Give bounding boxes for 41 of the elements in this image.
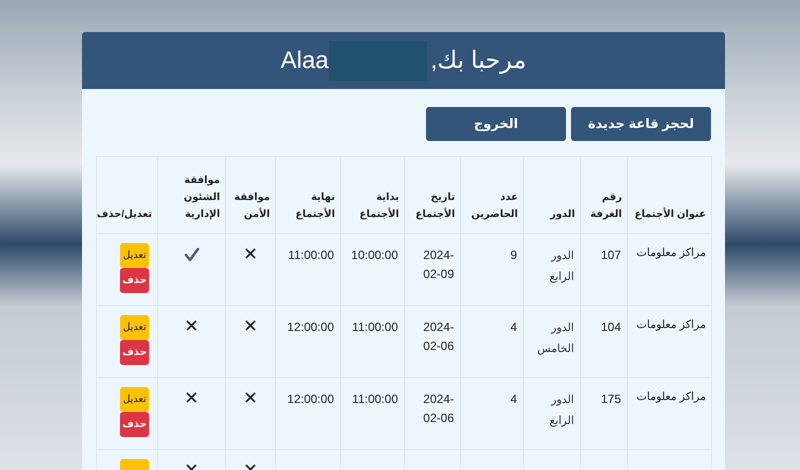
user-name: Alaa	[280, 46, 329, 74]
table-cell: 104	[580, 306, 628, 378]
table-cell: الدور الرابع	[524, 378, 580, 450]
table-cell: 2024-02-06	[404, 306, 460, 378]
table-cell: 175	[580, 378, 628, 450]
column-header: الدور	[524, 156, 580, 234]
edit-button[interactable]: تعديل	[120, 243, 149, 268]
column-header: نهاية الأجتماع	[276, 156, 340, 234]
table-cell: 2024-02-06	[404, 378, 460, 450]
logout-button[interactable]: الخروج	[426, 107, 566, 141]
greeting-text: مرحبا بك,	[430, 46, 526, 75]
column-header: عنوان الأجتماع	[628, 156, 712, 234]
table-cell: 10:00:00	[340, 234, 404, 306]
column-header: تعديل/حذف	[96, 156, 158, 234]
column-header: رقم الغرفة	[580, 156, 628, 234]
column-header: بداية الأجتماع	[340, 156, 404, 234]
book-room-button[interactable]: لحجز قاعة جديدة	[571, 107, 711, 141]
column-header: تاريخ الأجتماع	[404, 156, 460, 234]
edit-button[interactable]: تعديل	[120, 387, 149, 412]
table-cell: مراكز معلومات	[628, 234, 712, 306]
table-cell: الدور الرابع	[524, 234, 580, 306]
table-cell: 11:00:00	[276, 234, 340, 306]
table-cell: الدور الخامس	[524, 306, 580, 378]
column-header: موافقة الأمن	[226, 156, 276, 234]
table-cell: مراكز معلومات	[628, 306, 712, 378]
table-cell: 11:00:00	[340, 378, 404, 450]
column-header: عدد الحاضرين	[460, 156, 524, 234]
edit-button[interactable]: تعديل	[120, 315, 149, 340]
delete-button[interactable]: حذف	[120, 340, 149, 365]
table-cell: 4	[460, 306, 524, 378]
table-cell: مراكز معلومات	[628, 378, 712, 450]
delete-button[interactable]: حذف	[120, 268, 149, 293]
table-cell: 4	[460, 378, 524, 450]
table-cell: 9	[460, 234, 524, 306]
table-cell: 107	[580, 234, 628, 306]
column-header: موافقة الشئون الإدارية	[158, 156, 226, 234]
table-cell: 12:00:00	[276, 378, 340, 450]
table-cell: 2024-02-09	[404, 234, 460, 306]
delete-button[interactable]: حذف	[120, 412, 149, 437]
table-cell: 11:00:00	[340, 306, 404, 378]
table-cell: 12:00:00	[276, 306, 340, 378]
